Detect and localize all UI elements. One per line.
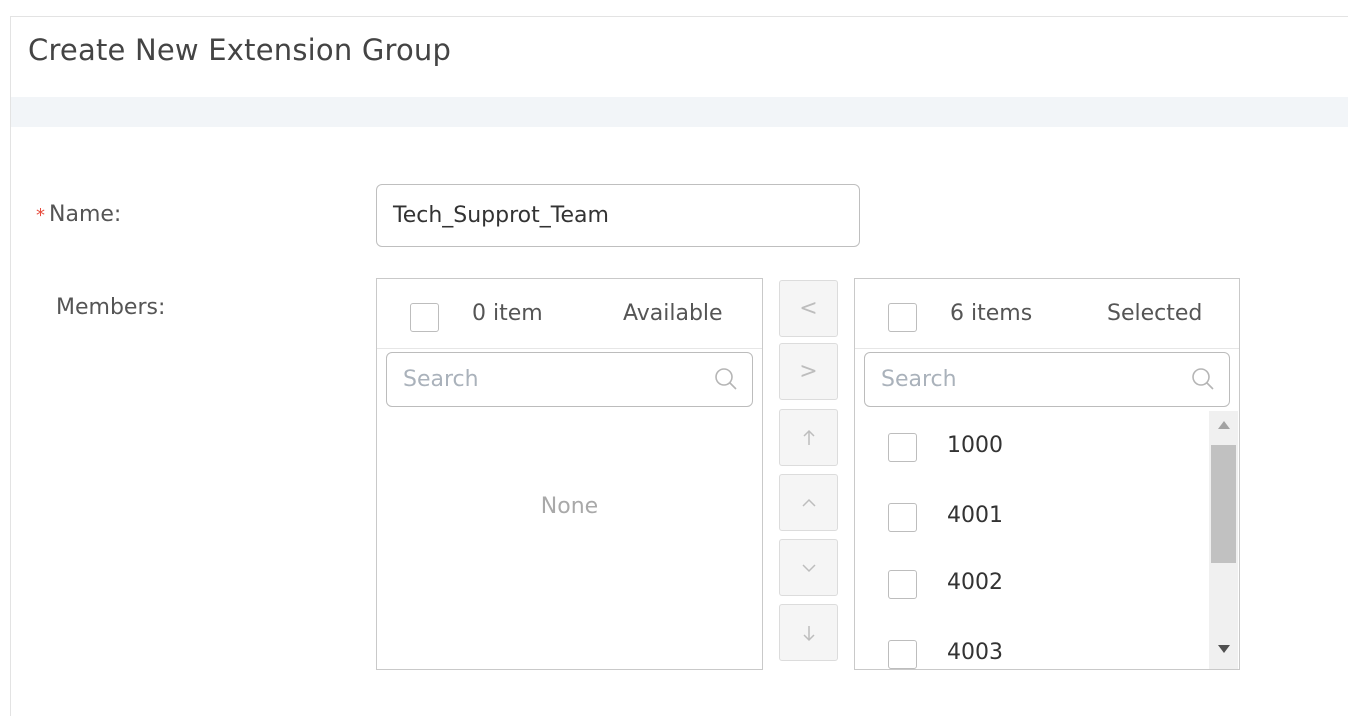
search-icon: [1192, 368, 1214, 390]
move-right-glyph: >: [799, 359, 818, 384]
move-down-button[interactable]: [779, 539, 838, 596]
selected-search-input[interactable]: Search: [864, 352, 1230, 407]
available-list: 0 item Available Search None: [376, 278, 763, 670]
item-checkbox[interactable]: [888, 503, 917, 532]
item-label: 4001: [947, 503, 1003, 528]
available-search-input[interactable]: Search: [386, 352, 753, 407]
move-to-bottom-button[interactable]: [779, 604, 838, 661]
move-up-button[interactable]: [779, 474, 838, 531]
selected-list: 6 items Selected Search 1000 4001 4002 4…: [854, 278, 1240, 670]
list-item[interactable]: 4001: [855, 483, 1205, 549]
available-title: Available: [623, 301, 723, 326]
scrollbar-thumb[interactable]: [1211, 445, 1236, 563]
item-label: 4003: [947, 640, 1003, 665]
move-left-button[interactable]: <: [779, 280, 838, 337]
selected-list-header: 6 items Selected: [855, 279, 1239, 349]
selected-count: 6 items: [950, 301, 1033, 326]
item-checkbox[interactable]: [888, 433, 917, 462]
move-left-glyph: <: [799, 296, 818, 321]
name-field-label: * Name:: [36, 202, 121, 227]
chevron-up-icon: [801, 498, 816, 507]
list-item[interactable]: 1000: [855, 413, 1205, 479]
scroll-down-arrow-icon[interactable]: [1218, 645, 1230, 653]
list-item[interactable]: 4003: [855, 620, 1205, 669]
available-list-header: 0 item Available: [377, 279, 762, 349]
available-empty-text: None: [540, 494, 599, 519]
members-field-label: Members:: [56, 295, 166, 320]
available-search-placeholder: Search: [403, 367, 479, 392]
item-label: 1000: [947, 433, 1003, 458]
dialog-title: Create New Extension Group: [28, 33, 452, 67]
header-band: [11, 97, 1348, 127]
available-select-all-checkbox[interactable]: [410, 303, 439, 332]
selected-items-list: 1000 4001 4002 4003: [855, 411, 1239, 669]
list-item[interactable]: 4002: [855, 550, 1205, 616]
required-mark: *: [36, 205, 45, 226]
arrow-down-icon: [802, 625, 815, 641]
scroll-up-arrow-icon[interactable]: [1218, 421, 1230, 429]
selected-list-scrollbar[interactable]: [1209, 411, 1238, 669]
move-to-top-button[interactable]: [779, 409, 838, 466]
item-checkbox[interactable]: [888, 640, 917, 669]
move-right-button[interactable]: >: [779, 343, 838, 400]
item-checkbox[interactable]: [888, 570, 917, 599]
available-count: 0 item: [472, 301, 543, 326]
selected-title: Selected: [1107, 301, 1203, 326]
name-input[interactable]: Tech_Supprot_Team: [376, 184, 860, 247]
item-label: 4002: [947, 570, 1003, 595]
selected-search-placeholder: Search: [881, 367, 957, 392]
name-label-text: Name:: [49, 202, 122, 227]
search-icon: [715, 368, 737, 390]
selected-select-all-checkbox[interactable]: [888, 303, 917, 332]
chevron-down-icon: [801, 563, 816, 572]
window-top-margin: [0, 0, 1348, 16]
arrow-up-icon: [802, 429, 815, 445]
